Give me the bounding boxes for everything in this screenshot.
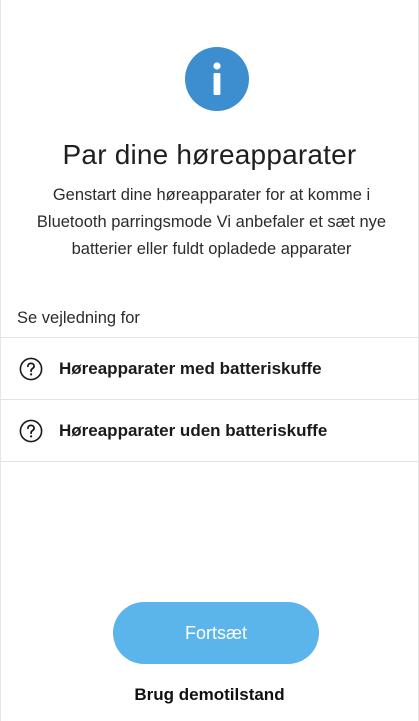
guide-section-label: Se vejledning for bbox=[17, 309, 140, 327]
guide-item-without-battery-drawer[interactable]: Høreapparater uden batteriskuffe bbox=[1, 400, 418, 462]
demo-mode-link[interactable]: Brug demotilstand bbox=[1, 685, 418, 705]
info-glyph bbox=[213, 62, 221, 95]
info-icon bbox=[185, 47, 249, 111]
guide-item-label: Høreapparater med batteriskuffe bbox=[59, 358, 322, 378]
page-title: Par dine høreapparater bbox=[62, 139, 357, 170]
guide-item-label: Høreapparater uden batteriskuffe bbox=[59, 420, 328, 440]
guide-list: Høreapparater med batteriskuffe Høreappa… bbox=[1, 337, 418, 462]
question-circle-icon bbox=[19, 419, 43, 442]
guide-item-with-battery-drawer[interactable]: Høreapparater med batteriskuffe bbox=[1, 338, 418, 400]
continue-button[interactable]: Fortsæt bbox=[113, 602, 319, 664]
pairing-screen: Par dine høreapparater Genstart dine hør… bbox=[0, 0, 419, 721]
instruction-text: Genstart dine høreapparater for at komme… bbox=[36, 186, 387, 258]
question-circle-icon bbox=[19, 357, 43, 380]
